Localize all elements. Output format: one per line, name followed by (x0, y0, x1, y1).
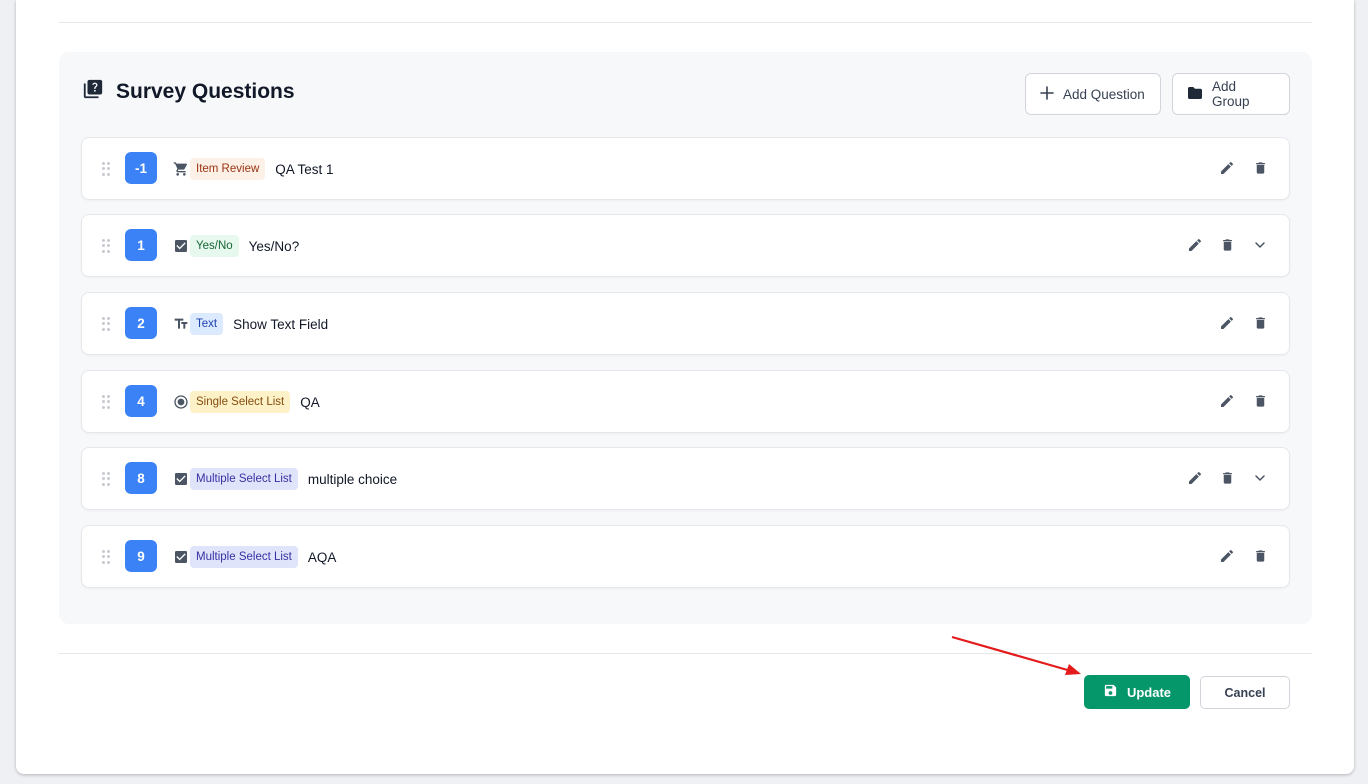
question-content: Multiple Select List AQA (173, 545, 336, 569)
cart-icon (173, 161, 189, 177)
question-content: Item Review QA Test 1 (173, 157, 334, 181)
update-button[interactable]: Update (1084, 675, 1190, 709)
drag-handle-icon[interactable] (102, 472, 110, 486)
edit-icon[interactable] (1218, 392, 1236, 410)
checkbox-icon (173, 238, 189, 254)
question-number-badge: 9 (125, 540, 157, 572)
question-row[interactable]: 9 Multiple Select List AQA (81, 525, 1290, 588)
edit-icon[interactable] (1218, 159, 1236, 177)
question-row[interactable]: -1 Item Review QA Test 1 (81, 137, 1290, 200)
question-number-badge: 4 (125, 385, 157, 417)
question-text: Yes/No? (248, 238, 300, 254)
edit-icon[interactable] (1218, 547, 1236, 565)
folder-icon (1187, 86, 1203, 103)
add-question-label: Add Question (1063, 86, 1145, 102)
question-text: Show Text Field (233, 316, 329, 332)
question-number-badge: 2 (125, 307, 157, 339)
annotation-arrow (951, 635, 1081, 675)
delete-icon[interactable] (1218, 236, 1236, 254)
question-type-tag: Multiple Select List (190, 468, 298, 490)
delete-icon[interactable] (1251, 392, 1269, 410)
question-content: Yes/No Yes/No? (173, 234, 299, 258)
question-library-icon (82, 78, 104, 105)
panel-header: Survey Questions (82, 78, 295, 105)
edit-icon[interactable] (1218, 314, 1236, 332)
drag-handle-icon[interactable] (102, 395, 110, 409)
question-type-tag: Single Select List (190, 391, 291, 413)
add-group-label: Add Group (1212, 79, 1250, 109)
chevron-down-icon[interactable] (1251, 236, 1269, 254)
question-type-tag: Text (190, 313, 224, 335)
chevron-down-icon[interactable] (1251, 469, 1269, 487)
question-type-tag: Item Review (190, 158, 266, 180)
question-content: Single Select List QA (173, 390, 320, 414)
question-row[interactable]: 1 Yes/No Yes/No? (81, 214, 1290, 277)
add-group-button[interactable]: Add Group (1172, 73, 1290, 115)
add-question-button[interactable]: Add Question (1025, 73, 1161, 115)
cancel-button[interactable]: Cancel (1200, 676, 1290, 709)
checkbox-icon (173, 471, 189, 487)
edit-icon[interactable] (1186, 236, 1204, 254)
checkbox-icon (173, 549, 189, 565)
survey-questions-panel: Survey Questions Add Question Add Group … (59, 52, 1312, 624)
drag-handle-icon[interactable] (102, 317, 110, 331)
edit-icon[interactable] (1186, 469, 1204, 487)
question-number-badge: 1 (125, 229, 157, 261)
update-label: Update (1126, 684, 1172, 700)
question-text: QA (300, 394, 320, 410)
question-content: Text Show Text Field (173, 312, 328, 336)
question-row[interactable]: 4 Single Select List QA (81, 370, 1290, 433)
question-text: QA Test 1 (275, 161, 334, 177)
question-number-badge: 8 (125, 462, 157, 494)
drag-handle-icon[interactable] (102, 162, 110, 176)
drag-handle-icon[interactable] (102, 239, 110, 253)
delete-icon[interactable] (1251, 159, 1269, 177)
delete-icon[interactable] (1251, 314, 1269, 332)
top-divider (59, 22, 1312, 23)
question-content: Multiple Select List multiple choice (173, 467, 397, 491)
delete-icon[interactable] (1218, 469, 1236, 487)
radio-icon (173, 394, 189, 410)
text-format-icon (173, 316, 189, 332)
save-icon (1103, 683, 1118, 701)
drag-handle-icon[interactable] (102, 550, 110, 564)
page-title: Survey Questions (116, 79, 295, 103)
question-number-badge: -1 (125, 152, 157, 184)
question-type-tag: Multiple Select List (190, 546, 298, 568)
question-type-tag: Yes/No (190, 235, 239, 257)
delete-icon[interactable] (1251, 547, 1269, 565)
question-text: multiple choice (307, 471, 398, 487)
question-text: AQA (307, 549, 337, 565)
footer-divider (59, 653, 1312, 654)
question-row[interactable]: 8 Multiple Select List multiple choice (81, 447, 1290, 510)
plus-icon (1040, 85, 1054, 103)
question-row[interactable]: 2 Text Show Text Field (81, 292, 1290, 355)
